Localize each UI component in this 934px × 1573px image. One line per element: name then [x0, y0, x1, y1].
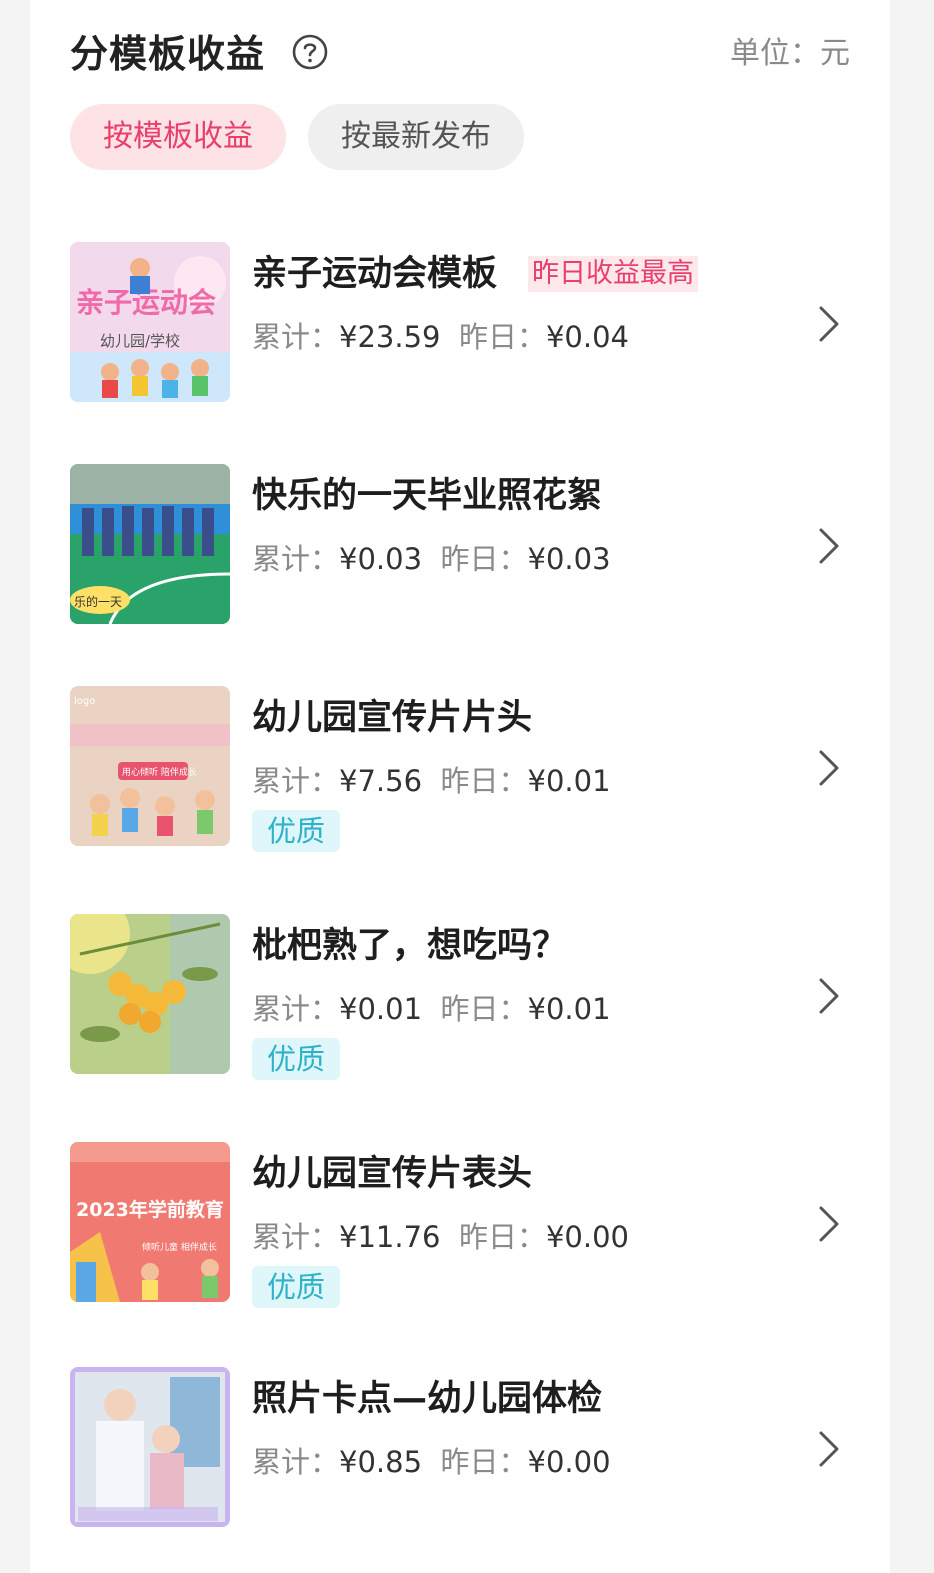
list-item[interactable]: 乐的一天 快乐的一天毕业照花絮 累计：¥0.03 昨日：¥0.03	[70, 464, 850, 626]
total-label: 累计：	[252, 764, 340, 798]
earnings-stats: 累计：¥0.85 昨日：¥0.00	[252, 1441, 611, 1483]
yesterday-label: 昨日：	[440, 992, 528, 1026]
earnings-stats: 累计：¥23.59 昨日：¥0.04	[252, 316, 629, 358]
yesterday-label: 昨日：	[458, 1220, 546, 1254]
yesterday-value: ¥0.00	[545, 1220, 629, 1254]
template-thumbnail	[70, 1367, 230, 1527]
thumb-text: 用心倾听 陪伴成长	[122, 766, 197, 778]
top-earner-badge: 昨日收益最高	[528, 256, 698, 292]
chevron-right-icon[interactable]	[816, 976, 842, 1016]
thumb-text: 倾听儿童 相伴成长	[142, 1241, 217, 1253]
yesterday-value: ¥0.03	[527, 542, 611, 576]
quality-badge: 优质	[252, 810, 340, 852]
list-item[interactable]: 2023年学前教育 倾听儿童 相伴成长 幼儿园宣传片表头 累计：¥11.76 昨…	[70, 1142, 850, 1308]
tab-by-template[interactable]: 按模板收益	[70, 104, 286, 170]
chevron-right-icon[interactable]	[816, 1204, 842, 1244]
total-value: ¥0.03	[339, 542, 423, 576]
earnings-card: 分模板收益 单位：元 按模板收益 按最新发布 亲子运动会 幼儿园/学校 亲子运动…	[30, 0, 890, 1573]
total-value: ¥11.76	[339, 1220, 441, 1254]
template-thumbnail: 2023年学前教育 倾听儿童 相伴成长	[70, 1142, 230, 1302]
total-label: 累计：	[252, 1445, 340, 1479]
quality-badge: 优质	[252, 1266, 340, 1308]
yesterday-value: ¥0.01	[527, 764, 611, 798]
header: 分模板收益 单位：元	[70, 28, 850, 80]
chevron-right-icon[interactable]	[816, 748, 842, 788]
yesterday-value: ¥0.01	[527, 992, 611, 1026]
earnings-stats: 累计：¥11.76 昨日：¥0.00	[252, 1216, 629, 1258]
template-title: 幼儿园宣传片表头	[252, 1154, 533, 1194]
template-title: 亲子运动会模板	[252, 254, 498, 294]
total-value: ¥23.59	[339, 320, 441, 354]
template-thumbnail: 亲子运动会 幼儿园/学校	[70, 242, 230, 402]
thumb-text: 乐的一天	[74, 594, 122, 609]
yesterday-value: ¥0.04	[545, 320, 629, 354]
yesterday-label: 昨日：	[440, 542, 528, 576]
thumb-text: logo	[74, 696, 95, 707]
template-thumbnail: logo 用心倾听 陪伴成长	[70, 686, 230, 846]
yesterday-value: ¥0.00	[527, 1445, 611, 1479]
chevron-right-icon[interactable]	[816, 1429, 842, 1469]
thumb-text: 幼儿园/学校	[100, 332, 180, 350]
list-item[interactable]: 亲子运动会 幼儿园/学校 亲子运动会模板 昨日收益最高 累计：¥23.59 昨日…	[70, 242, 850, 404]
help-icon[interactable]	[292, 34, 328, 70]
total-value: ¥0.85	[339, 1445, 423, 1479]
total-label: 累计：	[252, 1220, 340, 1254]
tab-by-latest[interactable]: 按最新发布	[308, 104, 524, 170]
total-label: 累计：	[252, 992, 340, 1026]
template-thumbnail	[70, 914, 230, 1074]
list-item[interactable]: 照片卡点—幼儿园体检 累计：¥0.85 昨日：¥0.00	[70, 1367, 850, 1529]
yesterday-label: 昨日：	[440, 764, 528, 798]
list-item[interactable]: logo 用心倾听 陪伴成长 幼儿园宣传片片头 累计：¥7.56 昨日：¥0.0…	[70, 686, 850, 852]
unit-label: 单位：元	[730, 36, 850, 71]
total-label: 累计：	[252, 320, 340, 354]
template-title: 枇杷熟了，想吃吗？	[252, 926, 568, 966]
earnings-stats: 累计：¥7.56 昨日：¥0.01	[252, 760, 611, 802]
template-title: 幼儿园宣传片片头	[252, 698, 533, 738]
template-title: 快乐的一天毕业照花絮	[252, 476, 603, 516]
template-title: 照片卡点—幼儿园体检	[252, 1379, 603, 1419]
earnings-stats: 累计：¥0.01 昨日：¥0.01	[252, 988, 611, 1030]
earnings-stats: 累计：¥0.03 昨日：¥0.03	[252, 538, 611, 580]
yesterday-label: 昨日：	[440, 1445, 528, 1479]
total-value: ¥7.56	[339, 764, 423, 798]
quality-badge: 优质	[252, 1038, 340, 1080]
page-title: 分模板收益	[70, 32, 266, 76]
thumb-text: 2023年学前教育	[76, 1198, 224, 1221]
list-item[interactable]: 枇杷熟了，想吃吗？ 累计：¥0.01 昨日：¥0.01 优质	[70, 914, 850, 1080]
total-value: ¥0.01	[339, 992, 423, 1026]
total-label: 累计：	[252, 542, 340, 576]
chevron-right-icon[interactable]	[816, 304, 842, 344]
chevron-right-icon[interactable]	[816, 526, 842, 566]
yesterday-label: 昨日：	[458, 320, 546, 354]
template-thumbnail: 乐的一天	[70, 464, 230, 624]
